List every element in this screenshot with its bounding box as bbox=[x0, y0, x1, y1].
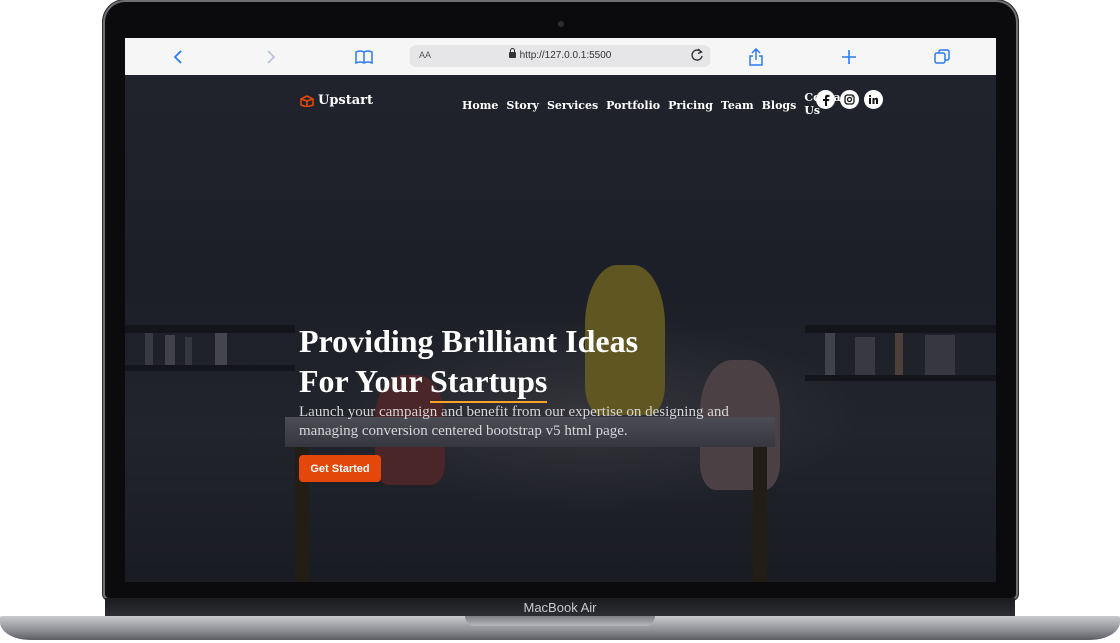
instagram-icon bbox=[844, 94, 855, 105]
nav-pricing[interactable]: Pricing bbox=[668, 99, 713, 112]
get-started-button[interactable]: Get Started bbox=[299, 455, 381, 482]
lock-icon bbox=[508, 48, 516, 58]
linkedin-icon bbox=[868, 94, 878, 104]
chevron-left-icon bbox=[173, 50, 182, 64]
hero-subtitle: Launch your campaign and benefit from ou… bbox=[299, 404, 729, 439]
bookmarks-button[interactable] bbox=[353, 46, 375, 68]
hero-title-line1: Providing Brilliant Ideas bbox=[299, 323, 639, 359]
device-label: MacBook Air bbox=[523, 600, 597, 615]
address-bar[interactable]: AA http://127.0.0.1:5500 bbox=[410, 45, 710, 67]
camera-dot bbox=[558, 21, 564, 27]
brand-name: Upstart bbox=[318, 93, 374, 108]
cube-logo-icon bbox=[300, 94, 314, 107]
chevron-right-icon bbox=[267, 50, 276, 64]
main-nav: Home Story Services Portfolio Pricing Te… bbox=[462, 91, 852, 117]
nav-story[interactable]: Story bbox=[506, 99, 539, 112]
share-icon bbox=[749, 48, 763, 66]
hero-section: Upstart Home Story Services Portfolio Pr… bbox=[125, 75, 996, 582]
browser-screen: AA http://127.0.0.1:5500 Upstart Home St… bbox=[125, 38, 996, 582]
nav-home[interactable]: Home bbox=[462, 99, 498, 112]
hero-title-line2-prefix: For Your bbox=[299, 363, 430, 399]
social-links bbox=[816, 90, 883, 109]
back-button[interactable] bbox=[167, 46, 189, 68]
hero-title-highlight: Startups bbox=[429, 363, 548, 403]
forward-button[interactable] bbox=[260, 46, 282, 68]
tabs-icon bbox=[934, 49, 950, 64]
facebook-icon bbox=[822, 94, 829, 106]
hero-title: Providing Brilliant Ideas For Your Start… bbox=[299, 321, 639, 403]
instagram-link[interactable] bbox=[840, 90, 859, 109]
url-value: http://127.0.0.1:5500 bbox=[519, 50, 612, 61]
linkedin-link[interactable] bbox=[864, 90, 883, 109]
tabs-button[interactable] bbox=[931, 46, 953, 68]
site-logo[interactable]: Upstart bbox=[300, 93, 373, 108]
reload-icon[interactable] bbox=[690, 48, 704, 62]
nav-blogs[interactable]: Blogs bbox=[762, 99, 797, 112]
facebook-link[interactable] bbox=[816, 90, 835, 109]
browser-toolbar: AA http://127.0.0.1:5500 bbox=[125, 38, 996, 76]
laptop-hinge: MacBook Air bbox=[105, 598, 1015, 616]
share-button[interactable] bbox=[745, 46, 767, 68]
new-tab-button[interactable] bbox=[838, 46, 860, 68]
url-text: http://127.0.0.1:5500 bbox=[410, 48, 710, 61]
open-notch bbox=[465, 616, 655, 626]
book-icon bbox=[355, 50, 373, 64]
laptop-base: MacBook Air bbox=[0, 598, 1120, 643]
nav-portfolio[interactable]: Portfolio bbox=[606, 99, 660, 112]
nav-team[interactable]: Team bbox=[721, 99, 754, 112]
plus-icon bbox=[842, 50, 856, 64]
nav-services[interactable]: Services bbox=[547, 99, 598, 112]
